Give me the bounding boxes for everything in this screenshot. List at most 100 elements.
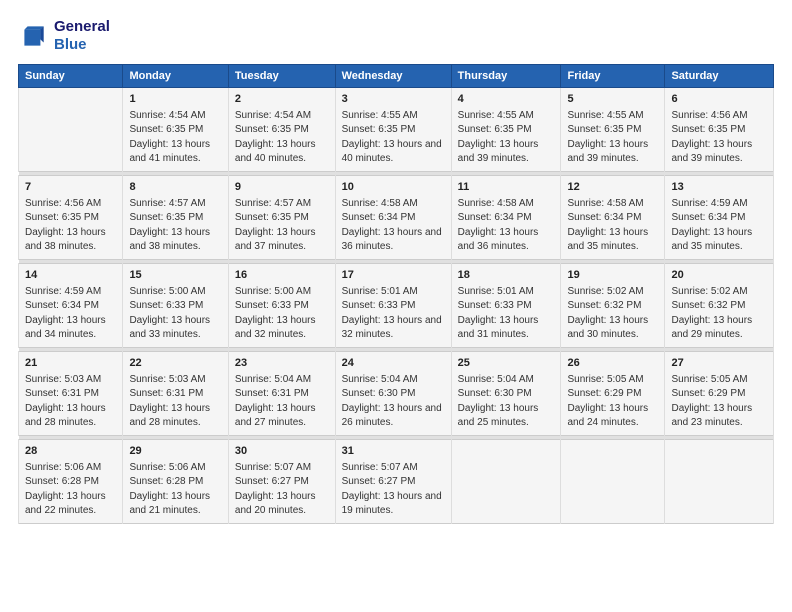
sunset-text: Sunset: 6:29 PM bbox=[567, 387, 658, 402]
calendar-week-row: 28Sunrise: 5:06 AMSunset: 6:28 PMDayligh… bbox=[19, 439, 774, 523]
header-friday: Friday bbox=[561, 65, 665, 88]
day-number: 18 bbox=[458, 268, 555, 284]
daylight-text: Daylight: 13 hours and 38 minutes. bbox=[129, 226, 221, 255]
sunset-text: Sunset: 6:28 PM bbox=[129, 475, 221, 490]
daylight-text: Daylight: 13 hours and 28 minutes. bbox=[25, 402, 116, 431]
day-number: 25 bbox=[458, 356, 555, 372]
calendar-cell: 11Sunrise: 4:58 AMSunset: 6:34 PMDayligh… bbox=[451, 175, 561, 259]
sunrise-text: Sunrise: 5:07 AM bbox=[235, 461, 329, 476]
daylight-text: Daylight: 13 hours and 23 minutes. bbox=[671, 402, 767, 431]
sunset-text: Sunset: 6:34 PM bbox=[25, 299, 116, 314]
calendar-cell: 31Sunrise: 5:07 AMSunset: 6:27 PMDayligh… bbox=[335, 439, 451, 523]
day-number: 26 bbox=[567, 356, 658, 372]
day-number: 5 bbox=[567, 92, 658, 108]
daylight-text: Daylight: 13 hours and 35 minutes. bbox=[671, 226, 767, 255]
day-number: 19 bbox=[567, 268, 658, 284]
day-number: 12 bbox=[567, 180, 658, 196]
calendar-cell: 30Sunrise: 5:07 AMSunset: 6:27 PMDayligh… bbox=[228, 439, 335, 523]
daylight-text: Daylight: 13 hours and 19 minutes. bbox=[342, 490, 445, 519]
daylight-text: Daylight: 13 hours and 40 minutes. bbox=[342, 138, 445, 167]
sunset-text: Sunset: 6:31 PM bbox=[129, 387, 221, 402]
daylight-text: Daylight: 13 hours and 35 minutes. bbox=[567, 226, 658, 255]
sunrise-text: Sunrise: 4:58 AM bbox=[342, 197, 445, 212]
sunrise-text: Sunrise: 4:57 AM bbox=[129, 197, 221, 212]
day-number: 31 bbox=[342, 444, 445, 460]
sunrise-text: Sunrise: 4:58 AM bbox=[567, 197, 658, 212]
sunrise-text: Sunrise: 5:04 AM bbox=[458, 373, 555, 388]
sunset-text: Sunset: 6:27 PM bbox=[342, 475, 445, 490]
day-number: 10 bbox=[342, 180, 445, 196]
header-thursday: Thursday bbox=[451, 65, 561, 88]
sunrise-text: Sunrise: 5:04 AM bbox=[342, 373, 445, 388]
header-tuesday: Tuesday bbox=[228, 65, 335, 88]
daylight-text: Daylight: 13 hours and 28 minutes. bbox=[129, 402, 221, 431]
daylight-text: Daylight: 13 hours and 39 minutes. bbox=[671, 138, 767, 167]
calendar-cell: 24Sunrise: 5:04 AMSunset: 6:30 PMDayligh… bbox=[335, 351, 451, 435]
header-monday: Monday bbox=[123, 65, 228, 88]
day-number: 8 bbox=[129, 180, 221, 196]
sunrise-text: Sunrise: 5:02 AM bbox=[671, 285, 767, 300]
sunrise-text: Sunrise: 5:02 AM bbox=[567, 285, 658, 300]
day-number: 24 bbox=[342, 356, 445, 372]
daylight-text: Daylight: 13 hours and 36 minutes. bbox=[458, 226, 555, 255]
daylight-text: Daylight: 13 hours and 39 minutes. bbox=[458, 138, 555, 167]
calendar-cell: 18Sunrise: 5:01 AMSunset: 6:33 PMDayligh… bbox=[451, 263, 561, 347]
calendar-table: SundayMondayTuesdayWednesdayThursdayFrid… bbox=[18, 64, 774, 524]
sunset-text: Sunset: 6:30 PM bbox=[458, 387, 555, 402]
day-number: 2 bbox=[235, 92, 329, 108]
calendar-cell bbox=[451, 439, 561, 523]
calendar-cell: 17Sunrise: 5:01 AMSunset: 6:33 PMDayligh… bbox=[335, 263, 451, 347]
calendar-cell bbox=[19, 88, 123, 172]
calendar-cell: 21Sunrise: 5:03 AMSunset: 6:31 PMDayligh… bbox=[19, 351, 123, 435]
day-number: 7 bbox=[25, 180, 116, 196]
daylight-text: Daylight: 13 hours and 37 minutes. bbox=[235, 226, 329, 255]
sunrise-text: Sunrise: 4:57 AM bbox=[235, 197, 329, 212]
sunrise-text: Sunrise: 4:56 AM bbox=[671, 109, 767, 124]
sunrise-text: Sunrise: 5:03 AM bbox=[25, 373, 116, 388]
calendar-cell: 3Sunrise: 4:55 AMSunset: 6:35 PMDaylight… bbox=[335, 88, 451, 172]
daylight-text: Daylight: 13 hours and 26 minutes. bbox=[342, 402, 445, 431]
day-number: 1 bbox=[129, 92, 221, 108]
day-number: 17 bbox=[342, 268, 445, 284]
logo-text: General Blue bbox=[54, 18, 110, 54]
sunset-text: Sunset: 6:35 PM bbox=[671, 123, 767, 138]
sunset-text: Sunset: 6:28 PM bbox=[25, 475, 116, 490]
daylight-text: Daylight: 13 hours and 27 minutes. bbox=[235, 402, 329, 431]
daylight-text: Daylight: 13 hours and 31 minutes. bbox=[458, 314, 555, 343]
sunrise-text: Sunrise: 5:05 AM bbox=[567, 373, 658, 388]
sunrise-text: Sunrise: 5:06 AM bbox=[25, 461, 116, 476]
sunset-text: Sunset: 6:34 PM bbox=[567, 211, 658, 226]
sunset-text: Sunset: 6:33 PM bbox=[342, 299, 445, 314]
day-number: 15 bbox=[129, 268, 221, 284]
daylight-text: Daylight: 13 hours and 34 minutes. bbox=[25, 314, 116, 343]
sunrise-text: Sunrise: 4:59 AM bbox=[671, 197, 767, 212]
calendar-cell: 20Sunrise: 5:02 AMSunset: 6:32 PMDayligh… bbox=[665, 263, 774, 347]
sunset-text: Sunset: 6:35 PM bbox=[129, 123, 221, 138]
calendar-cell bbox=[561, 439, 665, 523]
sunset-text: Sunset: 6:35 PM bbox=[567, 123, 658, 138]
day-number: 6 bbox=[671, 92, 767, 108]
sunrise-text: Sunrise: 5:01 AM bbox=[458, 285, 555, 300]
day-number: 20 bbox=[671, 268, 767, 284]
calendar-cell: 9Sunrise: 4:57 AMSunset: 6:35 PMDaylight… bbox=[228, 175, 335, 259]
day-number: 29 bbox=[129, 444, 221, 460]
sunrise-text: Sunrise: 5:06 AM bbox=[129, 461, 221, 476]
day-number: 9 bbox=[235, 180, 329, 196]
day-number: 4 bbox=[458, 92, 555, 108]
sunset-text: Sunset: 6:35 PM bbox=[342, 123, 445, 138]
daylight-text: Daylight: 13 hours and 30 minutes. bbox=[567, 314, 658, 343]
header-wednesday: Wednesday bbox=[335, 65, 451, 88]
calendar-cell: 27Sunrise: 5:05 AMSunset: 6:29 PMDayligh… bbox=[665, 351, 774, 435]
daylight-text: Daylight: 13 hours and 20 minutes. bbox=[235, 490, 329, 519]
calendar-cell: 29Sunrise: 5:06 AMSunset: 6:28 PMDayligh… bbox=[123, 439, 228, 523]
sunset-text: Sunset: 6:34 PM bbox=[671, 211, 767, 226]
sunrise-text: Sunrise: 4:54 AM bbox=[235, 109, 329, 124]
day-number: 28 bbox=[25, 444, 116, 460]
logo-icon bbox=[18, 20, 50, 52]
sunset-text: Sunset: 6:30 PM bbox=[342, 387, 445, 402]
sunrise-text: Sunrise: 5:00 AM bbox=[129, 285, 221, 300]
daylight-text: Daylight: 13 hours and 33 minutes. bbox=[129, 314, 221, 343]
daylight-text: Daylight: 13 hours and 41 minutes. bbox=[129, 138, 221, 167]
sunset-text: Sunset: 6:34 PM bbox=[342, 211, 445, 226]
calendar-cell: 25Sunrise: 5:04 AMSunset: 6:30 PMDayligh… bbox=[451, 351, 561, 435]
